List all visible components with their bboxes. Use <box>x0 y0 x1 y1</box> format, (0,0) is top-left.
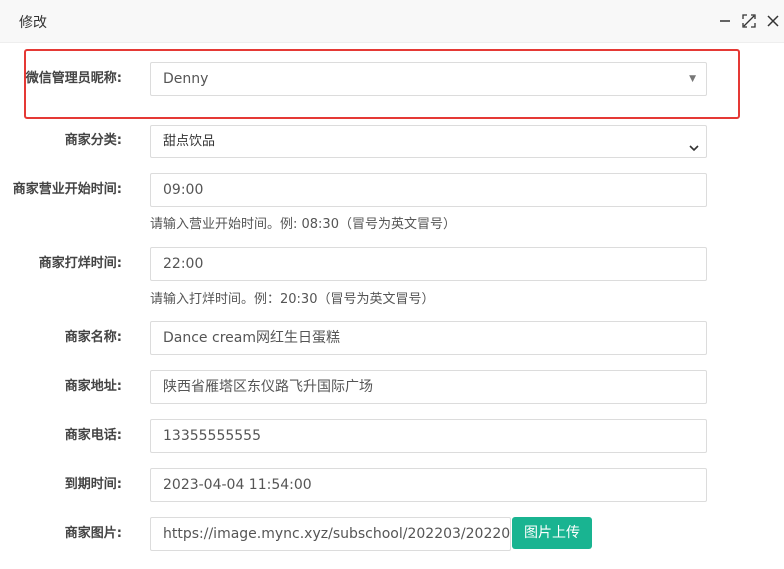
open-time-label: 商家营业开始时间: <box>12 182 122 197</box>
open-time-value: 09:00 <box>163 182 204 198</box>
category-label: 商家分类: <box>64 133 122 148</box>
wechat-admin-select[interactable]: Denny ▼ <box>150 62 707 96</box>
address-label: 商家地址: <box>64 379 122 394</box>
address-value: 陕西省雁塔区东仪路飞升国际广场 <box>163 379 373 395</box>
dialog-titlebar: 修改 <box>0 0 784 43</box>
close-time-value: 22:00 <box>163 256 204 272</box>
open-time-help: 请输入营业开始时间。例: 08:30（冒号为英文冒号） <box>150 217 456 232</box>
close-icon[interactable] <box>764 12 782 30</box>
caret-down-icon: ▼ <box>689 74 696 84</box>
phone-label: 商家电话: <box>64 428 122 443</box>
expire-label: 到期时间: <box>64 477 122 492</box>
name-input[interactable]: Dance cream网红生日蛋糕 <box>150 321 707 355</box>
name-value: Dance cream网红生日蛋糕 <box>163 330 340 346</box>
expire-input[interactable]: 2023-04-04 11:54:00 <box>150 468 707 502</box>
maximize-icon[interactable] <box>740 12 758 30</box>
wechat-admin-value: Denny <box>163 71 209 87</box>
phone-value: 13355555555 <box>163 428 261 444</box>
chevron-down-icon <box>688 135 700 157</box>
name-label: 商家名称: <box>64 330 122 345</box>
close-time-help: 请输入打烊时间。例：20:30（冒号为英文冒号） <box>150 292 435 307</box>
dialog-title: 修改 <box>19 15 47 31</box>
close-time-input[interactable]: 22:00 <box>150 247 707 281</box>
image-label: 商家图片: <box>64 526 122 541</box>
minimize-icon[interactable] <box>716 12 734 30</box>
phone-input[interactable]: 13355555555 <box>150 419 707 453</box>
close-time-label: 商家打烊时间: <box>38 256 122 271</box>
image-url-value: https://image.mync.xyz/subschool/202203/… <box>163 526 511 542</box>
upload-image-button[interactable]: 图片上传 <box>512 517 592 549</box>
category-select[interactable]: 甜点饮品 <box>150 125 707 158</box>
category-value: 甜点饮品 <box>163 134 216 149</box>
expire-value: 2023-04-04 11:54:00 <box>163 477 312 493</box>
image-url-input[interactable]: https://image.mync.xyz/subschool/202203/… <box>150 517 511 551</box>
open-time-input[interactable]: 09:00 <box>150 173 707 207</box>
address-input[interactable]: 陕西省雁塔区东仪路飞升国际广场 <box>150 370 707 404</box>
wechat-admin-label: 微信管理员昵称: <box>25 71 122 86</box>
